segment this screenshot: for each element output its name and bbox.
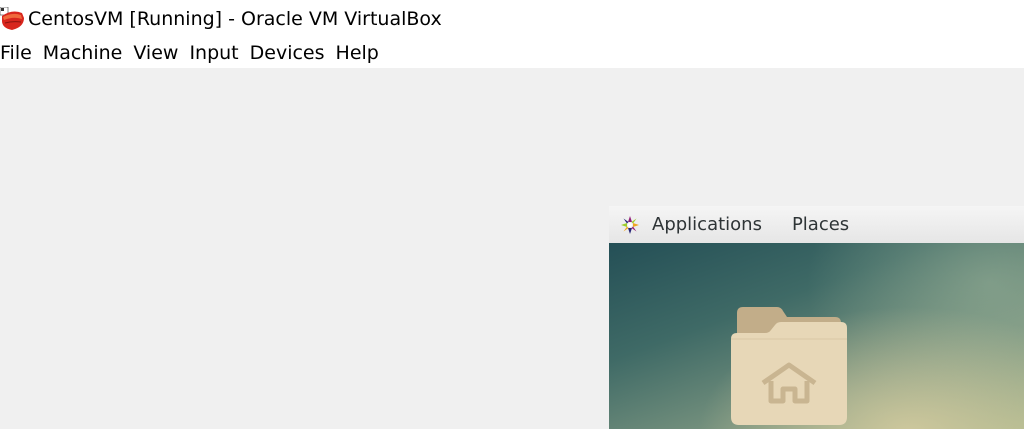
menu-machine[interactable]: Machine: [43, 42, 129, 64]
guest-screen[interactable]: Applications Places: [609, 206, 1024, 429]
menu-input[interactable]: Input: [189, 42, 244, 64]
virtualbox-icon: [0, 6, 24, 30]
home-folder-icon[interactable]: [729, 305, 851, 429]
menu-devices[interactable]: Devices: [250, 42, 331, 64]
guest-places-menu[interactable]: Places: [792, 214, 849, 235]
virtualbox-window: CentosVM [Running] - Oracle VM VirtualBo…: [0, 0, 1024, 429]
guest-desktop[interactable]: [609, 243, 1024, 429]
window-title: CentosVM [Running] - Oracle VM VirtualBo…: [28, 7, 442, 30]
menu-help[interactable]: Help: [336, 42, 385, 64]
guest-top-bar: Applications Places: [609, 206, 1024, 244]
title-bar[interactable]: CentosVM [Running] - Oracle VM VirtualBo…: [0, 0, 1024, 37]
guest-applications-menu[interactable]: Applications: [652, 214, 762, 235]
menu-bar: File Machine View Input Devices Help: [0, 37, 1024, 68]
menu-file[interactable]: File: [0, 42, 38, 64]
gnome-foot-icon[interactable]: [620, 215, 640, 235]
menu-view[interactable]: View: [133, 42, 184, 64]
